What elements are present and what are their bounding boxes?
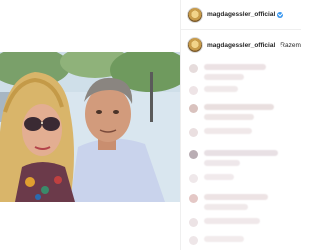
comments-list (181, 56, 301, 250)
redacted-text (204, 74, 244, 80)
comment-item (189, 236, 244, 246)
author-avatar[interactable] (187, 6, 203, 23)
redacted-text (204, 160, 240, 166)
comment-avatar[interactable] (189, 236, 198, 245)
comment-avatar[interactable] (189, 194, 198, 203)
comment-avatar[interactable] (189, 64, 198, 73)
caption-avatar[interactable] (187, 37, 203, 53)
redacted-text (204, 204, 248, 210)
caption-text: Razem (280, 41, 301, 49)
comment-avatar[interactable] (189, 218, 198, 227)
comment-item (189, 128, 252, 138)
comment-item (189, 86, 238, 96)
redacted-text (204, 86, 238, 92)
redacted-text (204, 218, 260, 224)
redacted-text (204, 150, 278, 156)
redacted-text (204, 174, 234, 180)
verified-badge-icon (277, 11, 284, 18)
redacted-text (204, 114, 254, 120)
comment-avatar[interactable] (189, 86, 198, 95)
author-username[interactable]: magdagessler_official (207, 11, 275, 18)
redacted-text (204, 128, 252, 134)
comment-item (189, 174, 234, 184)
post-header: magdagessler_official (181, 0, 301, 30)
comment-item (189, 194, 268, 214)
comment-item (189, 150, 278, 170)
comment-avatar[interactable] (189, 174, 198, 183)
comment-avatar[interactable] (189, 150, 198, 159)
caption-username[interactable]: magdagessler_official (207, 42, 275, 49)
post-sidebar: magdagessler_official magdagessler_offic… (180, 0, 301, 250)
comment-item (189, 104, 274, 124)
redacted-text (204, 194, 268, 200)
comment-avatar[interactable] (189, 104, 198, 113)
post-photo[interactable] (0, 52, 180, 202)
redacted-text (204, 236, 244, 242)
post-photo-pane (0, 0, 180, 250)
redacted-text (204, 104, 274, 110)
comment-avatar[interactable] (189, 128, 198, 137)
caption-row: magdagessler_official Razem ❤ (187, 36, 301, 54)
comment-item (189, 64, 266, 84)
redacted-text (204, 64, 266, 70)
comment-item (189, 218, 260, 228)
